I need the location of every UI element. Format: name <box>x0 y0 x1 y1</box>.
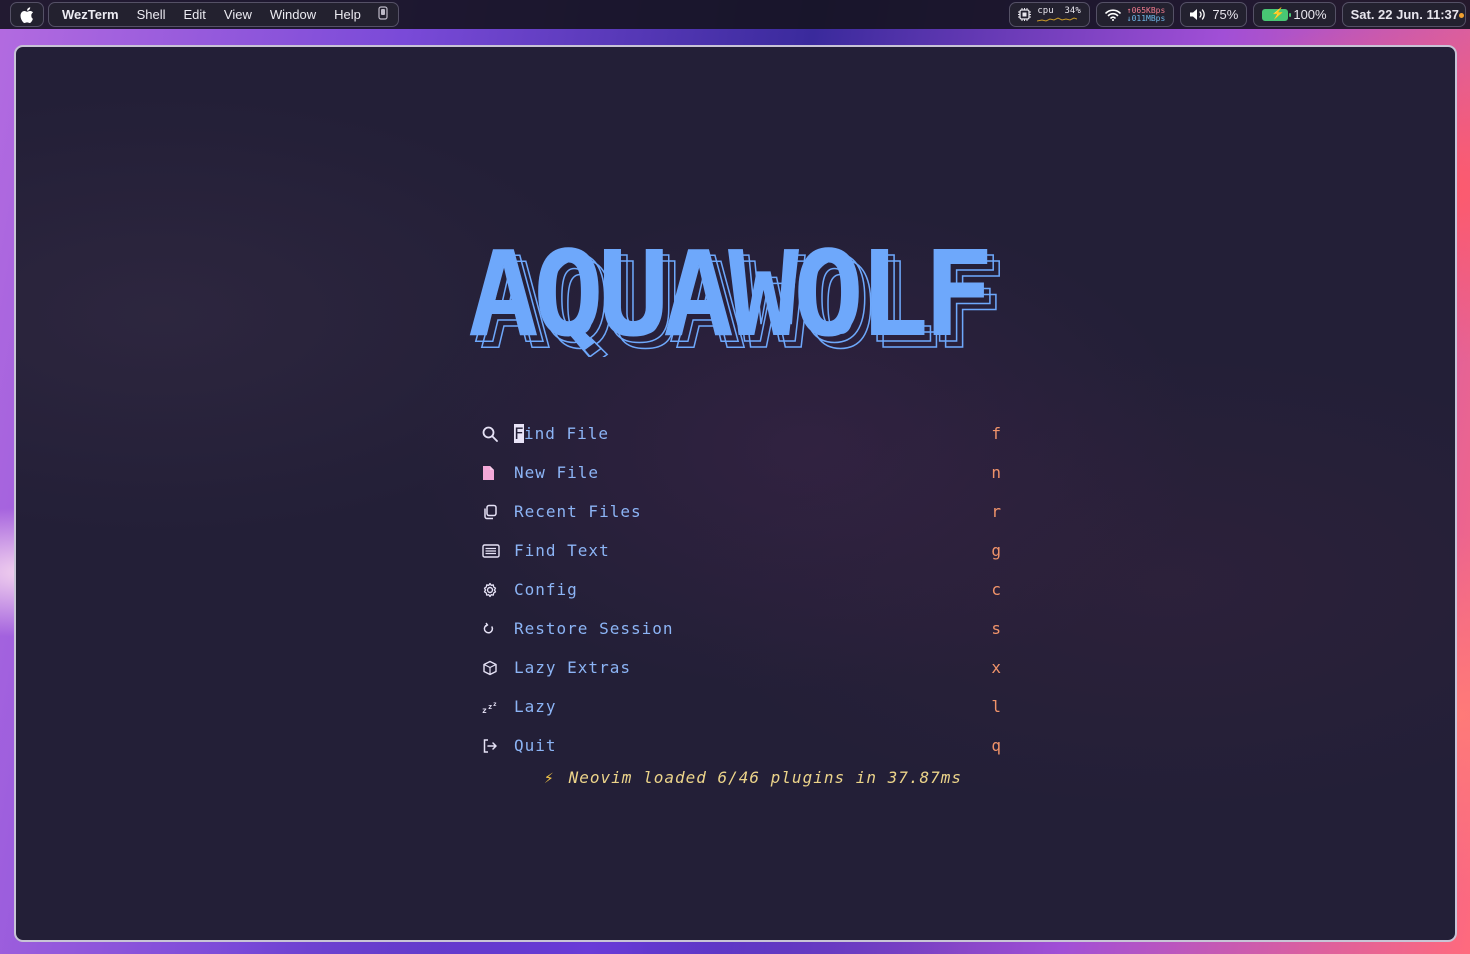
startup-stats: ⚡ Neovim loaded 6/46 plugins in 37.87ms <box>544 768 962 787</box>
entry-label: New File <box>514 463 600 482</box>
entry-label: Lazy Extras <box>514 658 631 677</box>
clock-widget[interactable]: Sat. 22 Jun. 11:37 <box>1341 2 1466 27</box>
entry-label: Restore Session <box>514 619 674 638</box>
search-icon <box>482 426 514 442</box>
battery-icon: ⚡ <box>1262 8 1292 21</box>
svg-text:z: z <box>482 706 488 714</box>
entry-key: g <box>991 541 1002 560</box>
entry-label: Lazy <box>514 697 557 716</box>
dashboard-menu: Find File f New File n Recent Files r Fi… <box>482 414 1002 765</box>
net-down-rate: 011MBps <box>1131 13 1166 23</box>
menu-view[interactable]: View <box>215 7 261 22</box>
wezterm-window: AQUAWOLF AQUAWOLF AQUAWOLF Find File f N… <box>14 45 1457 942</box>
chip-icon <box>1018 8 1032 21</box>
menu-entry-quit[interactable]: Quit q <box>482 726 1002 765</box>
dashboard-logo: AQUAWOLF AQUAWOLF AQUAWOLF <box>388 237 1088 357</box>
clock-text: Sat. 22 Jun. 11:37 <box>1350 7 1459 22</box>
cpu-sparkline <box>1037 17 1078 22</box>
entry-label: ind File <box>524 424 610 443</box>
battery-widget[interactable]: ⚡ 100% <box>1253 2 1336 27</box>
app-menus: WezTerm Shell Edit View Window Help <box>48 2 399 27</box>
cpu-widget[interactable]: cpu 34% <box>1009 2 1090 27</box>
menu-help[interactable]: Help <box>325 7 370 22</box>
network-widget[interactable]: ↑065KBps ↓011MBps <box>1095 2 1175 27</box>
svg-text:z: z <box>493 701 498 708</box>
entry-label: Config <box>514 580 578 599</box>
status-items: cpu 34% ↑065KBps ↓011MBps 75% ⚡ 100% Sat… <box>1009 2 1466 27</box>
volume-value: 75% <box>1212 7 1239 22</box>
gear-icon <box>482 582 514 598</box>
recent-files-icon <box>482 504 514 520</box>
menu-bar: WezTerm Shell Edit View Window Help cpu … <box>0 0 1470 29</box>
entry-key: q <box>991 736 1002 755</box>
entry-label: Find Text <box>514 541 610 560</box>
menu-entry-recent-files[interactable]: Recent Files r <box>482 492 1002 531</box>
menu-entry-restore-session[interactable]: Restore Session s <box>482 609 1002 648</box>
entry-key: l <box>991 697 1002 716</box>
sleep-icon: zzz <box>482 700 514 714</box>
menu-entry-new-file[interactable]: New File n <box>482 453 1002 492</box>
battery-value: 100% <box>1293 7 1327 22</box>
entry-key: s <box>991 619 1002 638</box>
menu-entry-lazy-extras[interactable]: Lazy Extras x <box>482 648 1002 687</box>
menu-entry-lazy[interactable]: zzz Lazy l <box>482 687 1002 726</box>
menu-entry-config[interactable]: Config c <box>482 570 1002 609</box>
restore-icon <box>482 622 514 636</box>
volume-widget[interactable]: 75% <box>1180 2 1248 27</box>
menu-entry-find-file[interactable]: Find File f <box>482 414 1002 453</box>
menu-entry-find-text[interactable]: Find Text g <box>482 531 1002 570</box>
apple-menu-button[interactable] <box>10 2 44 27</box>
speaker-icon <box>1190 9 1206 20</box>
app-name-menu[interactable]: WezTerm <box>53 7 128 22</box>
apple-icon <box>20 6 33 23</box>
entry-label: Quit <box>514 736 557 755</box>
file-icon <box>482 465 514 481</box>
menu-window[interactable]: Window <box>261 7 325 22</box>
entry-key: r <box>991 502 1002 521</box>
cpu-percent: 34% <box>1064 6 1081 16</box>
device-icon[interactable] <box>370 6 394 23</box>
logo-text: AQUAWOLF <box>468 237 988 357</box>
entry-key: x <box>991 658 1002 677</box>
menu-edit[interactable]: Edit <box>175 7 215 22</box>
entry-key: n <box>991 463 1002 482</box>
menu-shell[interactable]: Shell <box>128 7 175 22</box>
box-icon <box>482 660 514 676</box>
notification-dot <box>1459 13 1464 18</box>
text-cursor: F <box>514 424 525 443</box>
find-text-icon <box>482 543 514 558</box>
wifi-icon <box>1104 8 1121 21</box>
entry-key: c <box>991 580 1002 599</box>
entry-label: Recent Files <box>514 502 642 521</box>
lightning-icon: ⚡ <box>544 768 555 787</box>
startup-stats-text: Neovim loaded 6/46 plugins in 37.87ms <box>568 768 963 787</box>
cpu-label: cpu <box>1037 6 1054 16</box>
exit-icon <box>482 738 514 754</box>
entry-key: f <box>991 424 1002 443</box>
